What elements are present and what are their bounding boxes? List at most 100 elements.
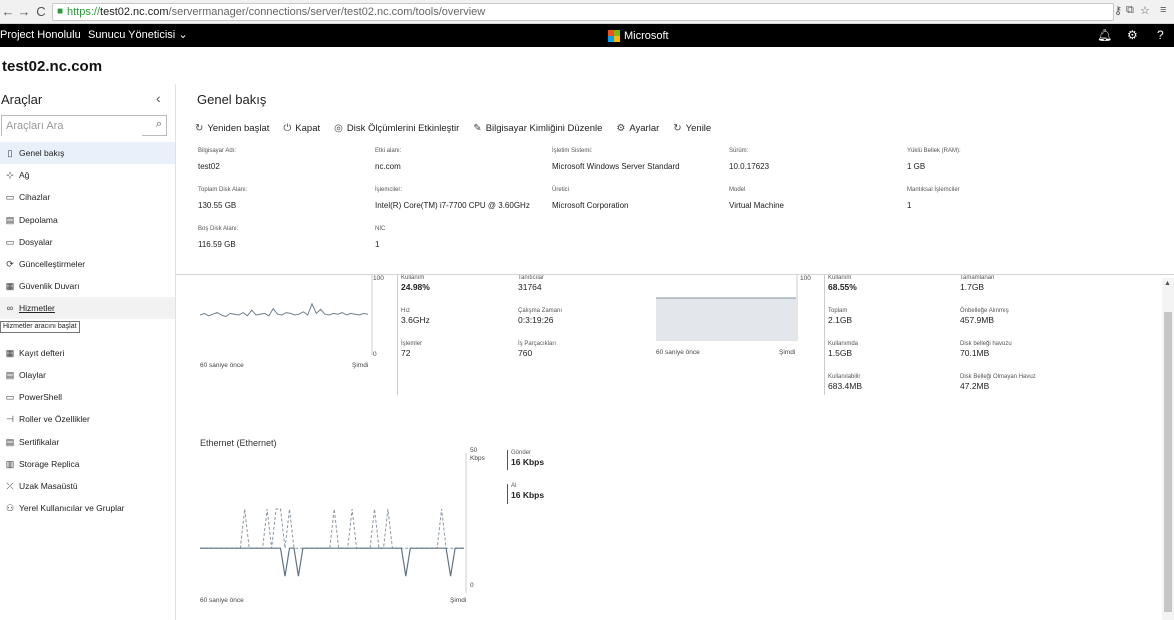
toolbar-button[interactable]: ◎ Disk Ölçümlerini Etkinleştir [334, 121, 459, 135]
sidebar-item-label: Güncelleştirmeler [19, 259, 86, 269]
memory-usage-area [656, 298, 796, 341]
performance-panel: 100 0 60 saniye önce Şimdi Kullanım 24.98… [176, 275, 1162, 620]
ethernet-chart-svg [200, 453, 467, 593]
sidebar-item-label: Kayıt defteri [19, 347, 65, 358]
sidebar-item[interactable]: ▤ Sertifikalar [0, 431, 175, 453]
property-value: nc.com [375, 162, 401, 171]
stat-item: Kullanım 68.55% [828, 275, 857, 292]
toolbar-button[interactable]: ↻ Yenile [673, 121, 711, 135]
toolbar-button[interactable]: ⚙ Ayarlar [616, 121, 659, 135]
property-key: Mantıksal İşlemciler [907, 187, 960, 193]
lock-icon: ■ [57, 6, 64, 17]
tools-search-input[interactable] [2, 116, 142, 136]
cpu-chart-svg [199, 275, 373, 355]
disk-metrics-icon: ◎ [334, 122, 343, 134]
help-icon[interactable]: ? [1157, 24, 1164, 47]
sidebar-item-label: Dosyalar [19, 236, 53, 247]
sidebar-item[interactable]: ▭ PowerShell [0, 386, 175, 408]
property-value: Microsoft Corporation [552, 201, 629, 210]
sidebar-item[interactable]: ⟳ Güncelleştirmeler [0, 253, 175, 275]
toolbar-button[interactable]: ↻ Yeniden başlat [195, 121, 269, 135]
scroll-up-icon[interactable]: ▲ [1164, 280, 1171, 287]
sidebar-item[interactable]: ▦ Kayıt defteri [0, 342, 175, 364]
stat-value: 457.9MB [960, 315, 995, 325]
sidebar-item[interactable]: ⤫ Uzak Masaüstü [0, 475, 175, 497]
reload-icon[interactable]: C [33, 3, 49, 21]
toolbar-button[interactable]: ✎ Bilgisayar Kimliğini Düzenle [473, 121, 602, 135]
receive-value: 16 Kbps [511, 490, 545, 500]
stat-value: 3.6GHz [401, 315, 430, 325]
key-icon[interactable]: ⚷ [1114, 4, 1122, 17]
settings-icon: ⚙ [616, 122, 626, 134]
url-field[interactable]: ■ https://test02.nc.com/servermanager/co… [52, 3, 1114, 21]
server-name: test02.nc.com [2, 58, 103, 75]
sidebar-item[interactable]: ▦ Güvenlik Duvarı [0, 275, 175, 297]
property-item: NIC 1 [375, 226, 545, 249]
back-icon[interactable]: ← [0, 3, 16, 21]
forward-icon[interactable]: → [16, 3, 32, 21]
gear-icon[interactable]: ⚙ [1127, 24, 1138, 47]
property-key: Sürüm: [729, 148, 749, 154]
property-value: 10.0.17623 [729, 162, 770, 171]
stat-label: Toplam [828, 308, 848, 314]
sidebar-item[interactable]: ▤ Depolama [0, 209, 175, 231]
notifications-icon[interactable]: 🔔︎ [1097, 24, 1112, 47]
sidebar-item[interactable]: ▤ Olaylar [0, 364, 175, 386]
property-key: Boş Disk Alanı: [198, 226, 239, 232]
sidebar-item-label: Hizmetler [19, 303, 55, 314]
app-switcher-menu[interactable]: Sunucu Yöneticisi ⌄ [88, 24, 188, 47]
sidebar-item[interactable]: ∞ Hizmetler [0, 297, 175, 320]
scroll-thumb[interactable] [1164, 312, 1172, 612]
chevron-down-icon: ⌄ [178, 29, 188, 41]
stat-item: İşlemler 72 [401, 341, 422, 358]
toolbar-button-label: Disk Ölçümlerini Etkinleştir [346, 122, 460, 134]
property-key: İşlemciler: [375, 187, 403, 193]
search-icon[interactable]: ⌕ [156, 118, 162, 131]
property-key: Yüklü Bellek (RAM): [907, 148, 961, 154]
stat-item: Disk belleği havuzu 70.1MB [960, 341, 1012, 358]
scrollbar[interactable]: ▲ [1162, 278, 1174, 620]
cpu-y-min: 0 [373, 351, 377, 358]
cpu-x-end: Şimdi [352, 362, 369, 369]
stat-value: 1.5GB [828, 348, 853, 358]
sidebar-item[interactable]: ▯ Genel bakış [0, 142, 175, 164]
cpu-x-start: 60 saniye önce [200, 362, 244, 369]
remote-desktop-icon: ⤫ [6, 481, 14, 491]
translate-icon[interactable]: ⧉ [1126, 4, 1134, 17]
cpu-stats-divider [397, 275, 398, 395]
stat-label: Disk belleği havuzu [960, 341, 1012, 347]
power-icon: ⏻ [283, 122, 292, 134]
menu-icon[interactable]: ≡ [1160, 4, 1166, 16]
sidebar-item[interactable]: ▭ Cihazlar [0, 186, 175, 208]
collapse-sidebar-icon[interactable]: ‹ [156, 90, 161, 106]
property-key: NIC [375, 226, 386, 232]
property-value: 1 [907, 201, 912, 210]
property-item: Yüklü Bellek (RAM): 1 GB [907, 148, 1077, 171]
send-label: Gönder [511, 450, 532, 456]
stat-value: 68.55% [828, 282, 857, 292]
stat-label: Kullanımda [828, 341, 859, 347]
sidebar-item[interactable]: ⊣ Roller ve Özellikler [0, 408, 175, 430]
property-item: Model Virtual Machine [729, 187, 899, 210]
property-value: Intel(R) Core(TM) i7-7700 CPU @ 3.60GHz [375, 201, 530, 210]
stat-value: 683.4MB [828, 381, 863, 391]
sidebar-item[interactable]: ▭ Dosyalar [0, 231, 175, 253]
events-icon: ▤ [5, 370, 15, 380]
property-value: 116.59 GB [198, 240, 236, 249]
refresh-icon: ↻ [673, 122, 682, 134]
property-key: Toplam Disk Alanı: [198, 187, 248, 193]
sidebar-item[interactable]: ⚇ Yerel Kullanıcılar ve Gruplar [0, 497, 175, 519]
edit-icon: ✎ [473, 122, 482, 134]
product-name[interactable]: Project Honolulu [0, 24, 81, 47]
app-top-bar: Project Honolulu Sunucu Yöneticisi ⌄ Mic… [0, 24, 1174, 47]
property-value: Microsoft Windows Server Standard [552, 162, 680, 171]
sidebar-item[interactable]: ▥ Storage Replica [0, 453, 175, 475]
sidebar-item[interactable]: ⊹ Ağ [0, 164, 175, 186]
sidebar-item-label: Depolama [19, 214, 58, 225]
toolbar-button[interactable]: ⏻ Kapat [283, 121, 320, 135]
send-series-line [200, 508, 464, 549]
bookmark-icon[interactable]: ☆ [1140, 4, 1150, 17]
firewall-icon: ▦ [5, 281, 15, 292]
property-key: Model [729, 187, 746, 193]
send-value: 16 Kbps [511, 457, 545, 467]
